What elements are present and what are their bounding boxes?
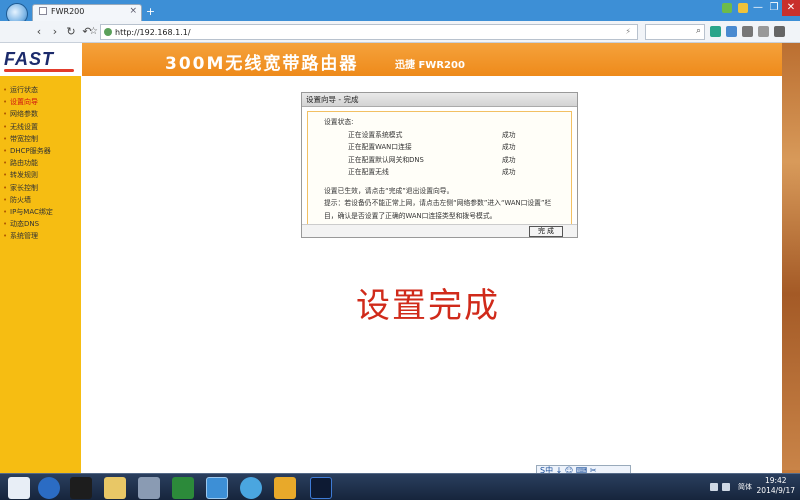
search-icon[interactable]: ⌕ bbox=[696, 26, 701, 36]
search-box[interactable]: ⌕ bbox=[645, 24, 705, 40]
toolbar-app-icon[interactable] bbox=[726, 26, 737, 37]
lightning-icon[interactable]: ⚡ bbox=[625, 25, 631, 38]
product-title: 300M无线宽带路由器 bbox=[165, 54, 359, 74]
tray-clock[interactable]: 19:42 2014/9/17 bbox=[757, 476, 795, 496]
hint-line-1: 提示：若设备仍不能正常上网，请点击左侧“网络参数”进入“WAN口设置”栏 bbox=[324, 199, 552, 207]
product-model: 迅捷 FWR200 bbox=[395, 60, 465, 71]
account-icon[interactable] bbox=[722, 3, 732, 13]
hint-line-2: 目，确认是否设置了正确的WAN口连接类型和拨号模式。 bbox=[324, 211, 497, 220]
status-value: 成功 bbox=[502, 168, 516, 176]
minimize-button[interactable]: — bbox=[750, 0, 766, 16]
completion-message: 设置已生效，请点击“完成”退出设置向导。 bbox=[324, 186, 454, 195]
maps-icon[interactable] bbox=[240, 477, 262, 499]
favorite-star-icon[interactable]: ☆ bbox=[89, 25, 98, 38]
sidebar-item-wireless[interactable]: 无线设置 bbox=[0, 121, 81, 133]
router-header: FAST 300M无线宽带路由器 迅捷 FWR200 bbox=[0, 43, 782, 76]
sidebar-item-setup-wizard[interactable]: 设置向导 bbox=[0, 96, 81, 108]
status-row: 正在设置系统模式 成功 bbox=[324, 129, 571, 142]
finish-button[interactable]: 完 成 bbox=[529, 226, 563, 237]
photoshop-icon[interactable] bbox=[310, 477, 332, 499]
status-value: 成功 bbox=[502, 130, 516, 139]
sidebar-item-ddns[interactable]: 动态DNS bbox=[0, 218, 81, 230]
status-label: 正在配置默认网关和DNS bbox=[348, 155, 424, 164]
navigation-bar: ‹ › ↻ ↶ ☆ http://192.168.1.1/ ⚡ ⌕ bbox=[0, 21, 800, 43]
status-value: 成功 bbox=[502, 155, 516, 164]
toolbar-bookmark-icon[interactable] bbox=[742, 26, 753, 37]
browser-taskbar-icon[interactable] bbox=[206, 477, 228, 499]
address-bar[interactable]: ☆ http://192.168.1.1/ ⚡ bbox=[89, 24, 638, 40]
page-icon bbox=[39, 7, 47, 15]
setup-complete-caption: 设置完成 bbox=[356, 286, 500, 326]
sidebar-item-system[interactable]: 系统管理 bbox=[0, 230, 81, 242]
tab-bar: FWR200 × + — ❐ ✕ bbox=[0, 0, 800, 25]
status-row: 正在配置无线 成功 bbox=[324, 166, 571, 179]
clock-date: 2014/9/17 bbox=[756, 486, 795, 495]
status-row: 正在配置默认网关和DNS 成功 bbox=[324, 154, 571, 167]
back-button[interactable]: ‹ bbox=[32, 25, 46, 39]
tray-ime-label[interactable]: 简体 bbox=[738, 482, 752, 492]
status-value: 成功 bbox=[502, 143, 516, 151]
sidebar-menu: 运行状态 设置向导 网络参数 无线设置 带宽控制 DHCP服务器 路由功能 转发… bbox=[0, 76, 81, 473]
start-button[interactable] bbox=[8, 477, 30, 499]
excel-icon[interactable] bbox=[172, 477, 194, 499]
status-label: 正在配置WAN口连接 bbox=[348, 143, 412, 151]
tab-router[interactable]: FWR200 × bbox=[32, 4, 142, 21]
store-icon[interactable] bbox=[274, 477, 296, 499]
brand-logo: FAST bbox=[0, 43, 82, 76]
security-shield-icon bbox=[104, 28, 112, 36]
logo-swoosh bbox=[4, 69, 74, 72]
browser-window: FWR200 × + — ❐ ✕ ‹ › ↻ ↶ ☆ http://192.16… bbox=[0, 0, 800, 473]
sidebar-item-firewall[interactable]: 防火墙 bbox=[0, 194, 81, 206]
tray-flag-icon[interactable] bbox=[710, 483, 718, 491]
dialog-footer: 完 成 bbox=[302, 224, 577, 237]
sidebar-item-network[interactable]: 网络参数 bbox=[0, 108, 81, 120]
sidebar-item-status[interactable]: 运行状态 bbox=[0, 84, 81, 96]
forward-button[interactable]: › bbox=[48, 25, 62, 39]
tab-title: FWR200 bbox=[51, 7, 85, 16]
sidebar-item-dhcp[interactable]: DHCP服务器 bbox=[0, 145, 81, 157]
file-explorer-icon[interactable] bbox=[104, 477, 126, 499]
url-text: http://192.168.1.1/ bbox=[115, 28, 191, 37]
desktop-wallpaper bbox=[782, 30, 800, 470]
sidebar-item-bandwidth[interactable]: 带宽控制 bbox=[0, 133, 81, 145]
dialog-body: 设置状态: 正在设置系统模式 成功 正在配置WAN口连接 成功 正在配置默认网关… bbox=[307, 111, 572, 225]
skin-icon[interactable] bbox=[738, 3, 748, 13]
reload-button[interactable]: ↻ bbox=[64, 25, 78, 39]
wizard-dialog: 设置向导 - 完成 设置状态: 正在设置系统模式 成功 正在配置WAN口连接 成… bbox=[301, 92, 578, 238]
sidebar-item-routing[interactable]: 路由功能 bbox=[0, 157, 81, 169]
status-label: 正在设置系统模式 bbox=[348, 130, 403, 139]
maximize-button[interactable]: ❐ bbox=[766, 0, 782, 16]
download-icon[interactable] bbox=[758, 26, 769, 37]
kuaibo-icon[interactable] bbox=[38, 477, 60, 499]
status-label: 正在配置无线 bbox=[348, 168, 389, 176]
tray-network-icon[interactable] bbox=[722, 483, 730, 491]
dialog-title: 设置向导 - 完成 bbox=[302, 93, 577, 107]
qq-icon[interactable] bbox=[70, 477, 92, 499]
menu-icon[interactable] bbox=[774, 26, 785, 37]
status-row: 正在配置WAN口连接 成功 bbox=[324, 141, 571, 154]
clock-time: 19:42 bbox=[764, 476, 787, 485]
brand-logo-text: FAST bbox=[4, 49, 55, 69]
watermark-brand: Bai bbox=[617, 432, 661, 463]
sidebar-item-ip-mac[interactable]: IP与MAC绑定 bbox=[0, 206, 81, 218]
toolbar-extension-icon[interactable] bbox=[710, 26, 721, 37]
new-tab-button[interactable]: + bbox=[144, 6, 157, 19]
network-app-icon[interactable] bbox=[138, 477, 160, 499]
taskbar: 简体 19:42 2014/9/17 bbox=[0, 473, 800, 500]
close-window-button[interactable]: ✕ bbox=[782, 0, 800, 16]
status-heading: 设置状态: bbox=[324, 118, 354, 126]
sidebar-item-forwarding[interactable]: 转发规则 bbox=[0, 169, 81, 181]
sidebar-item-parental[interactable]: 家长控制 bbox=[0, 182, 81, 194]
tab-close-icon[interactable]: × bbox=[129, 6, 137, 16]
